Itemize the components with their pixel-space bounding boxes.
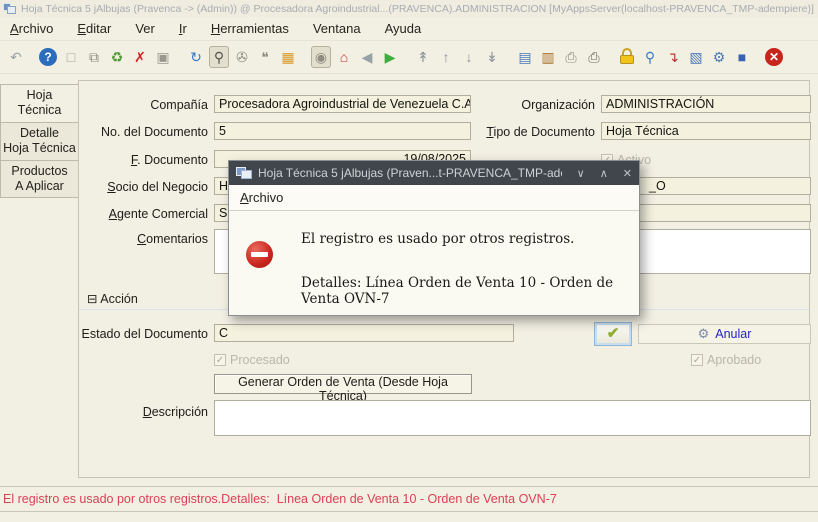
print-preview-icon[interactable]: ⎙: [561, 46, 581, 68]
copy-record-icon[interactable]: ⧉: [84, 46, 104, 68]
dialog-details: Detalles: Línea Orden de Venta 10 - Orde…: [301, 275, 614, 307]
attachment-icon[interactable]: ✇: [232, 46, 252, 68]
preferences-icon[interactable]: ⚙: [709, 46, 729, 68]
save-icon[interactable]: ▣: [153, 46, 173, 68]
dialog-title: Hoja Técnica 5 jAlbujas (Praven...t-PRAV…: [258, 166, 562, 180]
statusbar: El registro es usado por otros registros…: [0, 486, 818, 512]
aprobado-checkbox[interactable]: ✓ Aprobado: [691, 353, 761, 367]
last-record-icon[interactable]: ↡: [482, 46, 502, 68]
descripcion-textarea[interactable]: [214, 400, 811, 436]
accion-section-header[interactable]: ⊟ Acción: [87, 291, 138, 306]
chat-icon[interactable]: ❝: [255, 46, 275, 68]
menu-ayuda[interactable]: Ayuda: [385, 21, 422, 36]
exit-icon[interactable]: ✕: [765, 48, 783, 66]
menu-ir[interactable]: Ir: [179, 21, 187, 36]
back-icon[interactable]: ◀: [357, 46, 377, 68]
compania-label: Compañía: [150, 98, 208, 112]
help-icon[interactable]: ?: [39, 48, 57, 66]
tipo-documento-field[interactable]: Hoja Técnica: [601, 122, 811, 140]
agente-comercial-label: Agente Comercial: [108, 207, 208, 221]
menu-ver[interactable]: Ver: [135, 21, 155, 36]
menu-editar[interactable]: Editar: [77, 21, 111, 36]
dialog-shade-button[interactable]: ∨: [577, 167, 585, 180]
menu-herramientas[interactable]: Herramientas: [211, 21, 289, 36]
archive-icon[interactable]: ▥: [538, 46, 558, 68]
descripcion-label: Descripción: [142, 405, 208, 419]
organizacion-field[interactable]: ADMINISTRACIÓN: [601, 95, 811, 113]
no-documento-field[interactable]: 5: [214, 122, 471, 140]
forward-icon[interactable]: ▶: [380, 46, 400, 68]
estado-documento-field[interactable]: C: [214, 324, 514, 342]
socio-negocio-label: Socio del Negocio: [107, 180, 208, 194]
anular-button[interactable]: ⚙ Anular: [638, 324, 811, 344]
checkbox-check-icon: ✓: [691, 354, 703, 366]
dialog-body: El registro es usado por otros registros…: [229, 211, 639, 315]
next-record-icon[interactable]: ↓: [459, 46, 479, 68]
procesado-checkbox[interactable]: ✓ Procesado: [214, 353, 290, 367]
delete-selection-icon[interactable]: ✗: [130, 46, 150, 68]
error-dialog: Hoja Técnica 5 jAlbujas (Praven...t-PRAV…: [228, 160, 640, 316]
tab-productos-a-aplicar[interactable]: Productos A Aplicar: [0, 160, 79, 198]
window-title: Hoja Técnica 5 jAlbujas (Pravenca -> (Ad…: [21, 2, 814, 15]
generar-orden-button[interactable]: Generar Orden de Venta (Desde Hoja Técni…: [214, 374, 472, 403]
dialog-titlebar[interactable]: Hoja Técnica 5 jAlbujas (Praven...t-PRAV…: [229, 161, 639, 185]
dialog-message: El registro es usado por otros registros…: [301, 231, 575, 247]
previous-record-icon[interactable]: ↑: [436, 46, 456, 68]
product-info-icon[interactable]: ■: [732, 46, 752, 68]
f-documento-label: F. Documento: [130, 153, 208, 167]
menu-archivo[interactable]: Archivo: [10, 21, 53, 36]
estado-documento-label: Estado del Documento: [81, 327, 208, 341]
document-action-button[interactable]: ✔: [594, 322, 632, 346]
workflow-icon[interactable]: ↴: [663, 46, 683, 68]
home-icon[interactable]: ⌂: [334, 46, 354, 68]
print-icon[interactable]: ⎙: [584, 46, 604, 68]
bottom-strip: [0, 512, 818, 522]
menubar: Archivo Editar Ver Ir Herramientas Venta…: [0, 17, 818, 41]
check-icon: ✔: [606, 325, 620, 342]
dialog-menubar: Archivo: [229, 185, 639, 211]
zoom-across-icon[interactable]: ⚲: [640, 46, 660, 68]
window-icon: [3, 2, 16, 15]
dialog-close-button[interactable]: ✕: [623, 167, 632, 180]
menu-ventana[interactable]: Ventana: [313, 21, 361, 36]
collapse-icon[interactable]: ⊟: [87, 292, 97, 306]
dialog-unshade-button[interactable]: ∧: [600, 167, 608, 180]
gear-icon: ⚙: [697, 326, 710, 341]
comentarios-label: Comentarios: [137, 232, 208, 246]
compania-field[interactable]: Procesadora Agroindustrial de Venezuela …: [214, 95, 471, 113]
organizacion-label: Organización: [521, 98, 595, 112]
status-message: El registro es usado por otros registros…: [3, 492, 557, 506]
app-window: Hoja Técnica 5 jAlbujas (Pravenca -> (Ad…: [0, 0, 818, 522]
check-requests-icon[interactable]: ▧: [686, 46, 706, 68]
dialog-window-icon: [236, 166, 252, 180]
tab-strip: Hoja Técnica Detalle Hoja Técnica Produc…: [0, 84, 79, 198]
tab-detalle-hoja-tecnica[interactable]: Detalle Hoja Técnica: [0, 122, 79, 160]
lock-icon[interactable]: [617, 46, 637, 68]
window-titlebar: Hoja Técnica 5 jAlbujas (Pravenca -> (Ad…: [0, 0, 818, 17]
checkbox-check-icon: ✓: [214, 354, 226, 366]
first-record-icon[interactable]: ↟: [413, 46, 433, 68]
new-record-icon[interactable]: □: [61, 46, 81, 68]
no-documento-label: No. del Documento: [100, 125, 208, 139]
error-stop-icon: [246, 241, 273, 268]
refresh-icon[interactable]: ↻: [186, 46, 206, 68]
record-info-icon[interactable]: ◉: [311, 46, 331, 68]
tab-hoja-tecnica[interactable]: Hoja Técnica: [0, 84, 79, 122]
delete-record-icon[interactable]: ♻: [107, 46, 127, 68]
toolbar: ↶? □ ⧉ ♻ ✗ ▣ ↻ ⚲ ✇ ❝ ▦ ◉ ⌂ ◀ ▶ ↟ ↑ ↓ ↡ ▤ ▥ ⎙ ⎙ ⚲ ↴ ▧ ⚙ ■ ✕: [0, 41, 818, 74]
tipo-documento-label: Tipo de Documento: [486, 125, 595, 139]
dialog-menu-archivo[interactable]: Archivo: [240, 190, 283, 205]
undo-icon[interactable]: ↶: [6, 46, 26, 68]
find-icon[interactable]: ⚲: [209, 46, 229, 68]
report-icon[interactable]: ▤: [515, 46, 535, 68]
grid-view-icon[interactable]: ▦: [278, 46, 298, 68]
